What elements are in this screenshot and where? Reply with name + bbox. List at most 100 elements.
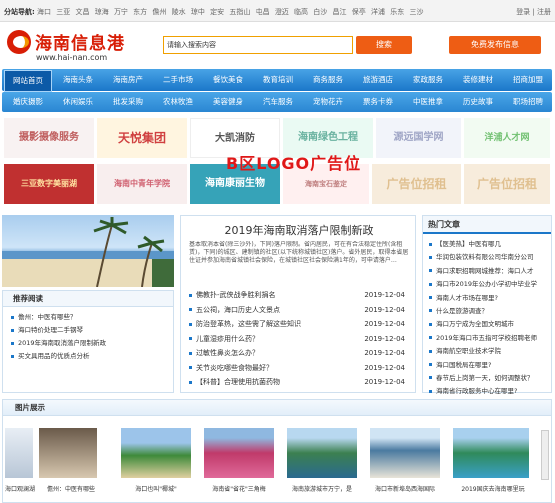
ad-tile[interactable]: 广告位招租 (372, 164, 461, 204)
article-link[interactable]: 儋州：中医有哪些？ (18, 313, 77, 321)
ad-tile[interactable]: 摄影摄像服务 (4, 118, 94, 158)
city-link[interactable]: 洋浦 (371, 8, 385, 16)
news-link[interactable]: 关节炎吃哪些食物最好？ (196, 364, 273, 372)
nav-item[interactable]: 休闲娱乐 (54, 92, 102, 112)
nav-item[interactable]: 商务服务 (304, 69, 352, 91)
list-item[interactable]: 海口求职招聘网城推荐：海口人才 (429, 265, 551, 278)
nav-item[interactable]: 农林牧渔 (154, 92, 202, 112)
city-link[interactable]: 陵水 (172, 8, 186, 16)
news-link[interactable]: 【科普】合理使用抗菌药物 (196, 378, 280, 386)
nav-item[interactable]: 汽车服务 (254, 92, 302, 112)
photo-thumb[interactable] (370, 428, 440, 478)
article-link[interactable]: 2019年海口市五指可学校招聘老师 (436, 334, 537, 342)
ad-tile[interactable]: 广告位招租 (464, 164, 550, 204)
nav-item[interactable]: 中医推拿 (404, 92, 452, 112)
nav-item[interactable]: 票务卡券 (354, 92, 402, 112)
photo-thumb[interactable] (121, 428, 191, 478)
article-link[interactable]: 海口国税局在哪里? (436, 361, 491, 369)
list-item[interactable]: 春节后上岗第一天，如何调整状？ (429, 372, 551, 385)
list-item[interactable]: 海口市2019年公办小学初中毕业学 (429, 278, 551, 291)
news-link[interactable]: 佛教扑-武侠战争胜利捐名 (196, 291, 276, 299)
article-link[interactable]: 什么是旅游调查？ (436, 307, 488, 315)
nav-item[interactable]: 餐饮美食 (204, 69, 252, 91)
list-item[interactable]: 2019年海口市五指可学校招聘老师 (429, 332, 551, 345)
news-row[interactable]: 儿童湿疹用什么药？ 2019-12-04 (189, 332, 409, 347)
news-link[interactable]: 五公祠，海口历史人文景点 (196, 306, 280, 314)
nav-item[interactable]: 美容健身 (204, 92, 252, 112)
city-link[interactable]: 澄迈 (275, 8, 289, 16)
list-item[interactable]: 海南航空职业技术学院 (429, 345, 551, 358)
article-link[interactable]: 华润包装饮料有限公司华南分公司 (436, 253, 534, 261)
ad-tile[interactable]: 海南中青年学院 (97, 164, 187, 204)
city-link[interactable]: 琼中 (191, 8, 205, 16)
list-item[interactable]: 海南人才市场在哪里? (429, 292, 551, 305)
photo-thumb[interactable] (39, 428, 97, 478)
nav-item[interactable]: 装修建材 (454, 69, 502, 91)
nav-item[interactable]: 海南头条 (54, 69, 102, 91)
login-link[interactable]: 登录 (516, 8, 530, 16)
news-row[interactable]: 防治登革热，这些需了解这些知识 2019-12-04 (189, 317, 409, 332)
city-link[interactable]: 三亚 (56, 8, 70, 16)
city-link[interactable]: 三沙 (409, 8, 423, 16)
city-link[interactable]: 东方 (133, 8, 147, 16)
search-button[interactable]: 搜索 (356, 36, 412, 54)
city-link[interactable]: 儋州 (152, 8, 166, 16)
list-item[interactable]: 海南省行政服务中心在哪里? (429, 385, 551, 398)
nav-item[interactable]: 历史故事 (454, 92, 502, 112)
article-link[interactable]: 海南人才市场在哪里? (436, 294, 498, 302)
article-link[interactable]: 春节后上岗第一天，如何调整状？ (436, 374, 534, 382)
nav-item[interactable]: 二手市场 (154, 69, 202, 91)
list-item[interactable]: 【医美热】中医有哪几 (429, 238, 551, 251)
gallery-scrollbar[interactable] (541, 430, 549, 480)
photo-caption[interactable]: 儋州：中医有哪些 (37, 484, 105, 493)
site-logo-text[interactable]: 海南信息港 (35, 29, 125, 54)
city-link[interactable]: 琼海 (95, 8, 109, 16)
photo-caption[interactable]: 海口也叫"椰城" (121, 484, 191, 493)
photo-thumb[interactable] (5, 428, 33, 478)
nav-item[interactable]: 招商加盟 (504, 69, 552, 91)
city-link[interactable]: 文昌 (75, 8, 89, 16)
article-link[interactable]: 海南省行政服务中心在哪里? (436, 387, 517, 395)
photo-caption[interactable]: 海口市新埠岛西海国际 (370, 484, 440, 493)
search-input[interactable]: 请输入搜索内容 (163, 36, 353, 54)
list-item[interactable]: 海口特价处理二手钢琴 (11, 324, 173, 337)
photo-caption[interactable]: 2019国庆去海南哪里玩 (453, 484, 533, 493)
news-row[interactable]: 关节炎吃哪些食物最好？ 2019-12-04 (189, 361, 409, 376)
city-link[interactable]: 乐东 (390, 8, 404, 16)
city-link[interactable]: 昌江 (333, 8, 347, 16)
article-link[interactable]: 海口市2019年公办小学初中毕业学 (436, 280, 537, 288)
nav-item[interactable]: 旅游酒店 (354, 69, 402, 91)
article-link[interactable]: 海口万宁成为全国文明城市 (436, 320, 514, 328)
city-link[interactable]: 屯昌 (256, 8, 270, 16)
nav-item[interactable]: 批发采购 (104, 92, 152, 112)
list-item[interactable]: 什么是旅游调查？ (429, 305, 551, 318)
city-link[interactable]: 保亭 (352, 8, 366, 16)
article-link[interactable]: 海口特价处理二手钢琴 (18, 326, 83, 334)
city-link[interactable]: 白沙 (313, 8, 327, 16)
nav-item[interactable]: 家政服务 (404, 69, 452, 91)
city-link[interactable]: 五指山 (229, 8, 250, 16)
nav-item[interactable]: 婚庆摄影 (4, 92, 52, 112)
list-item[interactable]: 儋州：中医有哪些？ (11, 311, 173, 324)
photo-thumb[interactable] (204, 428, 274, 478)
ad-tile[interactable]: 洋浦人才网 (464, 118, 550, 158)
photo-thumb[interactable] (453, 428, 529, 478)
register-link[interactable]: 注册 (537, 8, 551, 16)
city-link[interactable]: 定安 (210, 8, 224, 16)
logo-icon[interactable] (7, 30, 31, 54)
free-publish-button[interactable]: 免费发布信息 (449, 36, 541, 54)
photo-caption[interactable]: 海南省"省花"三角梅 (204, 484, 274, 493)
headline-title[interactable]: 2019年海南取消落户限制新政 (181, 222, 417, 238)
ad-tile[interactable]: 源远国学网 (376, 118, 461, 158)
news-row[interactable]: 【科普】合理使用抗菌药物 2019-12-04 (189, 375, 409, 390)
list-item[interactable]: 华润包装饮料有限公司华南分公司 (429, 251, 551, 264)
photo-thumb[interactable] (287, 428, 357, 478)
news-row[interactable]: 过敏性鼻炎怎么办？ 2019-12-04 (189, 346, 409, 361)
beach-slideshow[interactable] (2, 215, 174, 287)
list-item[interactable]: 买文具用品的优质点分析 (11, 350, 173, 363)
news-row[interactable]: 五公祠，海口历史人文景点 2019-12-04 (189, 303, 409, 318)
nav-item[interactable]: 宠物花卉 (304, 92, 352, 112)
article-link[interactable]: 【医美热】中医有哪几 (436, 240, 501, 248)
photo-caption[interactable]: 海南旅游城市万宁，是 (287, 484, 357, 493)
news-row[interactable]: 佛教扑-武侠战争胜利捐名 2019-12-04 (189, 288, 409, 303)
